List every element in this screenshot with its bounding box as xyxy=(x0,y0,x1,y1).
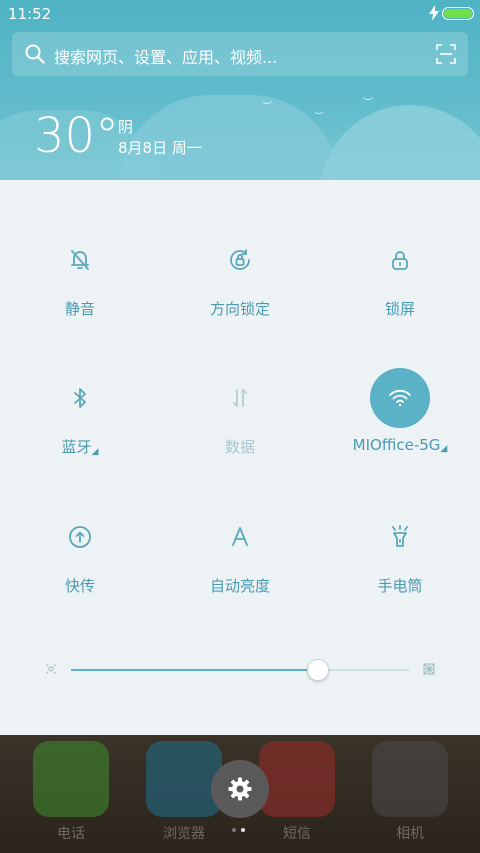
mute-bell-icon xyxy=(50,230,110,290)
quick-tile-label-text: MIOffice-5G xyxy=(352,436,441,454)
quick-tile-bluetooth[interactable]: 蓝牙◢ xyxy=(0,348,160,468)
quick-tile-lock[interactable]: 锁屏 xyxy=(320,210,480,330)
quick-tile-auto-brightness[interactable]: 自动亮度 xyxy=(160,487,320,607)
quick-tile-wifi[interactable]: MIOffice-5G◢ xyxy=(320,348,480,468)
brightness-slider[interactable] xyxy=(40,659,440,681)
quick-tile-label-text: 手电筒 xyxy=(377,577,423,595)
battery-level xyxy=(444,9,472,18)
weather-date: 8月8日 周一 xyxy=(118,139,202,157)
quick-tile-label-text: 方向锁定 xyxy=(209,300,270,318)
quick-tile-label-text: 快传 xyxy=(64,577,95,595)
bird-decoration: ︶ xyxy=(262,102,272,113)
home-dock: 电话 浏览器 短信 相机 xyxy=(0,735,480,853)
status-time: 11:52 xyxy=(8,5,52,23)
quick-tile-label: MIOffice-5G◢ xyxy=(320,436,480,454)
quick-tile-label: 蓝牙◢ xyxy=(0,436,160,457)
quick-transfer-icon xyxy=(50,507,110,567)
mobile-data-icon xyxy=(210,368,270,428)
quick-tile-label-text: 自动亮度 xyxy=(209,577,270,595)
camera-icon[interactable] xyxy=(372,741,448,817)
messages-icon[interactable] xyxy=(259,741,335,817)
quick-tile-label: 数据 xyxy=(160,436,320,457)
auto-brightness-icon xyxy=(210,507,270,567)
cloud-decoration xyxy=(320,105,480,180)
quick-tile-label: 手电筒 xyxy=(320,575,480,596)
quick-tile-flashlight[interactable]: 手电筒 xyxy=(320,487,480,607)
status-bar: 11:52 xyxy=(0,0,480,28)
quick-tile-label-text: 锁屏 xyxy=(384,300,415,318)
rotation-lock-icon xyxy=(210,230,270,290)
bird-decoration: ︶ xyxy=(363,98,373,109)
battery-icon xyxy=(442,7,474,20)
quick-tile-label-text: 数据 xyxy=(224,438,255,456)
search-bar[interactable]: 搜索网页、设置、应用、视频... xyxy=(12,32,468,76)
quick-tile-label: 锁屏 xyxy=(320,298,480,319)
dock-app-label: 浏览器 xyxy=(163,826,205,842)
quick-tile-label: 静音 xyxy=(0,298,160,319)
quick-tile-label: 方向锁定 xyxy=(160,298,320,319)
scan-icon[interactable] xyxy=(436,44,456,64)
quick-tile-label: 自动亮度 xyxy=(160,575,320,596)
brightness-thumb[interactable] xyxy=(306,659,329,681)
quick-tile-mobile-data[interactable]: 数据 xyxy=(160,348,320,468)
search-icon xyxy=(25,44,45,64)
brightness-high-icon xyxy=(423,663,435,675)
flashlight-icon xyxy=(370,507,430,567)
browser-icon[interactable] xyxy=(146,741,222,817)
bluetooth-icon xyxy=(50,368,110,428)
expand-indicator-icon: ◢ xyxy=(91,447,99,457)
brightness-low-icon xyxy=(46,664,56,674)
expand-indicator-icon: ◢ xyxy=(440,444,448,454)
wifi-icon xyxy=(370,368,430,428)
brightness-track[interactable] xyxy=(71,659,409,681)
quick-tile-mute-bell[interactable]: 静音 xyxy=(0,210,160,330)
dock-app-label: 电话 xyxy=(57,826,85,842)
brightness-fill xyxy=(71,669,318,671)
search-placeholder: 搜索网页、设置、应用、视频... xyxy=(54,48,278,67)
quick-tile-rotation-lock[interactable]: 方向锁定 xyxy=(160,210,320,330)
quick-tile-quick-transfer[interactable]: 快传 xyxy=(0,487,160,607)
bird-decoration: ︶ xyxy=(314,112,324,123)
page-dot xyxy=(241,828,245,832)
quick-tile-label-text: 静音 xyxy=(64,300,95,318)
charging-icon xyxy=(429,5,439,21)
page-indicator xyxy=(232,828,252,834)
lock-icon xyxy=(370,230,430,290)
weather-temperature: 30° xyxy=(34,108,120,164)
notification-header: ︶ ︶ ︶ 11:52 搜索网页、设置、应用、视频... 30° 阴 8月8日 … xyxy=(0,0,480,180)
quick-settings-panel: 静音 方向锁定 锁屏 蓝牙◢ 数据 MIOffice-5G◢ 快传 自动亮度 手电筒 xyxy=(0,180,480,735)
quick-tile-label-text: 蓝牙 xyxy=(61,438,92,456)
weather-condition: 阴 xyxy=(118,118,134,136)
settings-button[interactable] xyxy=(211,760,269,818)
phone-icon[interactable] xyxy=(33,741,109,817)
gear-icon xyxy=(228,777,252,801)
page-dot xyxy=(232,828,236,832)
dock-app-label: 相机 xyxy=(396,826,424,842)
dock-app-label: 短信 xyxy=(283,826,311,842)
quick-tile-label: 快传 xyxy=(0,575,160,596)
